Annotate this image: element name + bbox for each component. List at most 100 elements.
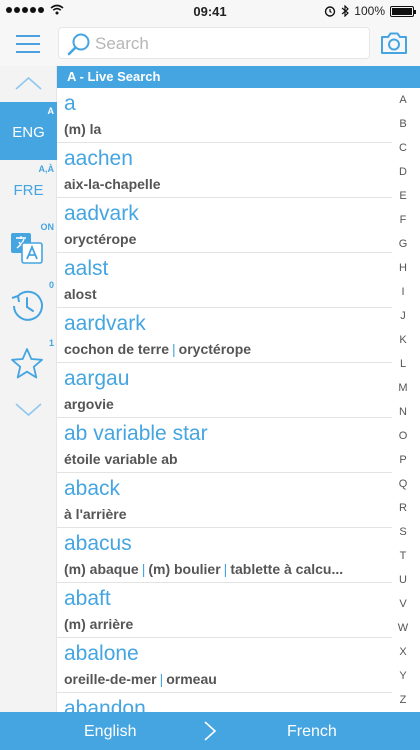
translation-text: (m) la <box>64 121 102 137</box>
target-language-button[interactable]: French <box>287 723 337 741</box>
alphabet-letter[interactable]: A <box>399 94 406 106</box>
translation-text: étoile variable ab <box>64 451 178 467</box>
entry-translation: (m) abaque | (m) boulier | tablette à calcu.… <box>64 561 389 577</box>
alphabet-letter[interactable]: M <box>398 382 407 394</box>
alphabet-letter[interactable]: B <box>399 118 406 130</box>
list-item[interactable]: aalst alost <box>57 253 392 308</box>
alphabet-letter[interactable]: E <box>399 190 406 202</box>
sidebar-scroll-down[interactable] <box>0 392 57 428</box>
alphabet-letter[interactable]: H <box>399 262 407 274</box>
alphabet-letter[interactable]: N <box>399 406 407 418</box>
alphabet-letter[interactable]: O <box>399 430 408 442</box>
source-language-badge: A <box>47 106 55 116</box>
list-item[interactable]: ab variable star étoile variable ab <box>57 418 392 473</box>
alphabet-letter[interactable]: V <box>399 598 406 610</box>
history-badge: 0 <box>48 280 54 290</box>
entry-word: abaft <box>64 587 111 610</box>
battery-percentage: 100% <box>354 4 385 18</box>
list-item[interactable]: a (m) la <box>57 88 392 143</box>
dictionary-list[interactable]: a (m) la aachen aix-la-chapelle aadvark oryct… <box>57 88 392 712</box>
alphabet-letter[interactable]: S <box>399 526 406 538</box>
translation-separator: | <box>223 561 228 577</box>
header <box>0 22 420 66</box>
alphabet-letter[interactable]: T <box>400 550 407 562</box>
camera-icon[interactable] <box>379 28 409 58</box>
entry-word: aachen <box>64 147 133 170</box>
alphabet-letter[interactable]: Q <box>399 478 408 490</box>
list-item[interactable]: abalone oreille-de-mer | ormeau <box>57 638 392 693</box>
list-item[interactable]: aachen aix-la-chapelle <box>57 143 392 198</box>
entry-translation: alost <box>64 286 389 302</box>
list-item[interactable]: aargau argovie <box>57 363 392 418</box>
search-box[interactable] <box>58 27 370 59</box>
list-item[interactable]: aback à l'arrière <box>57 473 392 528</box>
list-item[interactable]: aadvark oryctérope <box>57 198 392 253</box>
translate-icon <box>11 233 43 264</box>
language-bar[interactable]: English French <box>0 712 420 750</box>
sidebar-item-source-language[interactable]: A ENG <box>0 102 57 160</box>
alphabet-letter[interactable]: C <box>399 142 407 154</box>
alphabet-letter[interactable]: I <box>401 286 404 298</box>
search-input[interactable] <box>95 31 365 57</box>
favorites-badge: 1 <box>48 338 54 348</box>
translation-text: alost <box>64 286 97 302</box>
chevron-right-icon <box>204 721 217 741</box>
target-language-label: FRE <box>13 182 44 199</box>
sidebar-item-history[interactable]: 0 <box>0 276 57 334</box>
menu-button[interactable] <box>16 32 40 56</box>
translation-text: cochon de terre <box>64 341 170 357</box>
bluetooth-icon <box>341 5 350 17</box>
chevron-up-icon <box>15 76 42 90</box>
status-right: 100% <box>324 4 416 18</box>
alphabet-letter[interactable]: R <box>399 502 407 514</box>
list-item[interactable]: aardvark cochon de terre | oryctérope <box>57 308 392 363</box>
alphabet-letter[interactable]: J <box>400 310 406 322</box>
source-language-label: ENG <box>12 124 45 141</box>
list-item[interactable]: abandon <box>57 693 392 712</box>
alphabet-letter[interactable]: Z <box>400 694 407 706</box>
alphabet-letter[interactable]: F <box>400 214 407 226</box>
sidebar-scroll-up[interactable] <box>0 66 57 102</box>
entry-word: a <box>64 92 76 115</box>
alphabet-letter[interactable]: Y <box>399 670 406 682</box>
list-item[interactable]: abaft (m) arrière <box>57 583 392 638</box>
translation-text: (m) arrière <box>64 616 134 632</box>
translation-text: (m) boulier <box>148 561 221 577</box>
list-item[interactable]: abacus (m) abaque | (m) boulier | tablette à … <box>57 528 392 583</box>
entry-translation: (m) arrière <box>64 616 389 632</box>
alphabet-letter[interactable]: K <box>399 334 406 346</box>
sidebar-item-translate[interactable]: ON <box>0 218 57 276</box>
alphabet-letter[interactable]: L <box>400 358 406 370</box>
entry-translation: à l'arrière <box>64 506 389 522</box>
entry-word: aalst <box>64 257 109 280</box>
translation-text: aix-la-chapelle <box>64 176 161 192</box>
translation-text: (m) abaque <box>64 561 139 577</box>
alphabet-letter[interactable]: W <box>398 622 408 634</box>
entry-word: abandon <box>64 697 146 712</box>
alphabet-letter[interactable]: U <box>399 574 407 586</box>
alphabet-letter[interactable]: G <box>399 238 408 250</box>
translation-text: argovie <box>64 396 114 412</box>
entry-translation: (m) la <box>64 121 389 137</box>
sidebar-item-target-language[interactable]: A,À FRE <box>0 160 57 218</box>
translation-text: oryctérope <box>178 341 252 357</box>
alphabet-index[interactable]: ABCDEFGHIJKLMNOPQRSTUVWXYZ <box>392 94 414 706</box>
translation-separator: | <box>141 561 146 577</box>
chevron-down-icon <box>15 403 42 417</box>
entry-translation: étoile variable ab <box>64 451 389 467</box>
history-clock-icon <box>11 290 43 321</box>
source-language-button[interactable]: English <box>84 723 136 741</box>
entry-word: aadvark <box>64 202 139 225</box>
entry-translation: oryctérope <box>64 231 389 247</box>
alarm-icon <box>325 6 336 17</box>
alphabet-letter[interactable]: X <box>399 646 406 658</box>
alphabet-letter[interactable]: P <box>399 454 406 466</box>
translation-separator: | <box>172 341 176 357</box>
sidebar-item-favorites[interactable]: 1 <box>0 334 57 392</box>
sidebar: A ENG A,À FRE ON 0 1 <box>0 66 57 712</box>
entry-word: abacus <box>64 532 132 555</box>
entry-translation: cochon de terre | oryctérope <box>64 341 389 357</box>
translation-text: oreille-de-mer <box>64 671 157 687</box>
alphabet-letter[interactable]: D <box>399 166 407 178</box>
translation-text: à l'arrière <box>64 506 127 522</box>
